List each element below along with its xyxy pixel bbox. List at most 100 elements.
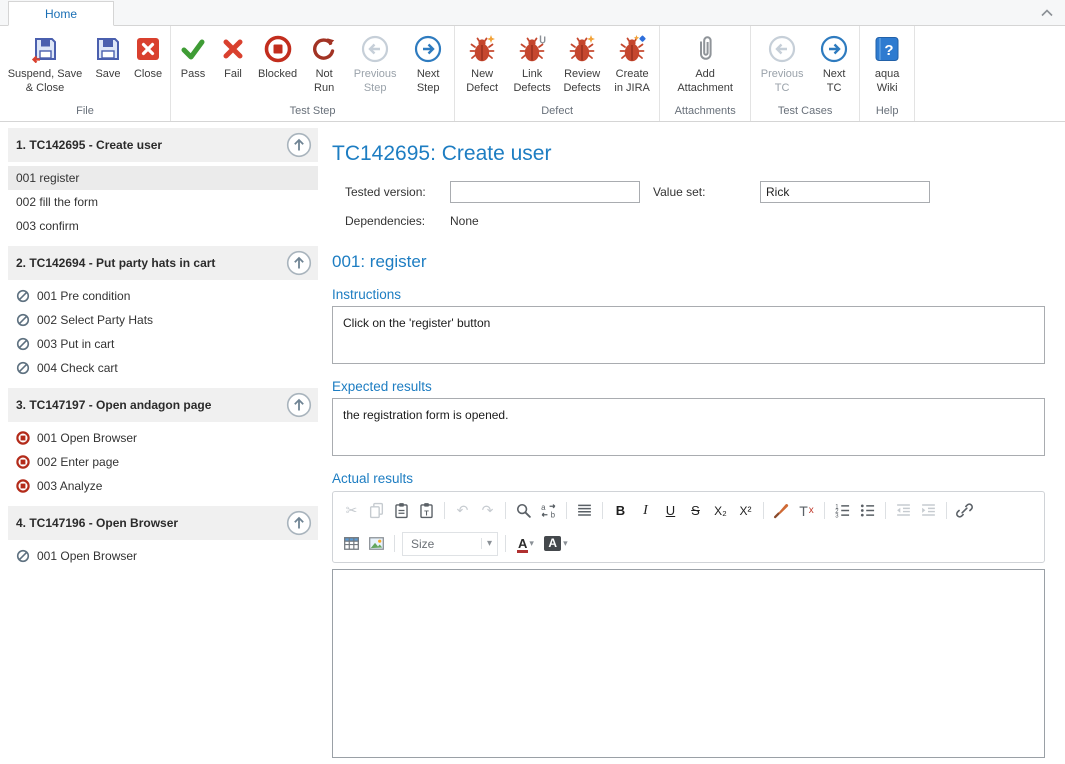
notrun-status-icon (16, 361, 30, 375)
font-size-select[interactable]: Size ▾ (402, 532, 498, 556)
button-label: Add Attachment (667, 68, 743, 96)
scroll-up-circle-icon[interactable] (286, 392, 312, 418)
insert-image-icon[interactable] (364, 532, 389, 556)
review-defects-button[interactable]: Review Defects (557, 31, 607, 98)
ribbon-group-attachments: Add Attachment Attachments (660, 26, 751, 121)
svg-text:?: ? (885, 42, 894, 59)
instructions-box[interactable]: Click on the 'register' button (332, 306, 1045, 364)
link-defects-bug-icon (517, 33, 547, 65)
next-tc-button[interactable]: Next TC (811, 31, 857, 98)
remove-format-icon[interactable]: Tx (794, 499, 819, 523)
ordered-list-icon[interactable]: 123 (830, 499, 855, 523)
actual-results-heading: Actual results (332, 471, 1045, 486)
format-painter-icon[interactable] (769, 499, 794, 523)
text-color-button[interactable]: A ▾ (511, 532, 541, 556)
tested-version-input[interactable] (450, 181, 640, 203)
collapse-ribbon-icon[interactable] (1039, 6, 1055, 20)
replace-icon[interactable]: ab (536, 499, 561, 523)
next-step-button[interactable]: Next Step (404, 31, 452, 98)
test-step-item[interactable]: 001 register (8, 166, 318, 190)
value-set-input[interactable] (760, 181, 930, 203)
chevron-down-icon: ▾ (481, 538, 492, 549)
previous-step-button[interactable]: Previous Step (346, 31, 404, 98)
test-step-label: 003 confirm (16, 219, 79, 233)
ribbon-group-test-cases: Previous TC Next TC Test Cases (751, 26, 860, 121)
actual-results-editor[interactable] (332, 569, 1045, 758)
test-step-item[interactable]: 001 Open Browser (8, 426, 318, 450)
new-defect-button[interactable]: New Defect (457, 31, 507, 98)
chevron-down-icon: ▾ (529, 538, 534, 549)
instructions-text: Click on the 'register' button (343, 316, 490, 330)
close-button[interactable]: Close (128, 31, 168, 84)
redo-icon[interactable]: ↷ (475, 499, 500, 523)
ribbon-tabstrip: Home (0, 0, 1065, 26)
strikethrough-icon[interactable]: S (683, 499, 708, 523)
underline-icon[interactable]: U (658, 499, 683, 523)
copy-icon[interactable] (364, 499, 389, 523)
test-step-item[interactable]: 003 Analyze (8, 474, 318, 498)
link-icon[interactable] (952, 499, 977, 523)
tab-home[interactable]: Home (8, 1, 114, 26)
superscript-icon[interactable]: X² (733, 499, 758, 523)
tc-section-header[interactable]: 3. TC147197 - Open andagon page (8, 388, 318, 422)
button-label: Fail (224, 68, 242, 82)
fields-row: Tested version: Value set: (332, 181, 1045, 203)
indent-icon[interactable] (916, 499, 941, 523)
outdent-icon[interactable] (891, 499, 916, 523)
tc-section-title: 4. TC147196 - Open Browser (16, 516, 178, 530)
create-in-jira-button[interactable]: Create in JIRA (607, 31, 657, 98)
test-step-item[interactable]: 002 fill the form (8, 190, 318, 214)
scroll-up-circle-icon[interactable] (286, 250, 312, 276)
previous-step-icon (361, 33, 389, 65)
blocked-button[interactable]: Blocked (253, 31, 302, 84)
scroll-up-circle-icon[interactable] (286, 510, 312, 536)
dependencies-value: None (450, 214, 479, 228)
paste-icon[interactable] (389, 499, 414, 523)
aqua-wiki-button[interactable]: ? aqua Wiki (862, 31, 912, 98)
find-icon[interactable] (511, 499, 536, 523)
test-step-item[interactable]: 002 Enter page (8, 450, 318, 474)
italic-icon[interactable]: I (633, 499, 658, 523)
group-label-test-cases: Test Cases (753, 104, 857, 121)
test-step-item[interactable]: 002 Select Party Hats (8, 308, 318, 332)
save-button[interactable]: Save (88, 31, 128, 84)
tc-section: 1. TC142695 - Create user 001 register002… (8, 128, 318, 238)
insert-table-icon[interactable] (339, 532, 364, 556)
cut-icon[interactable]: ✂ (339, 499, 364, 523)
test-step-item[interactable]: 003 Put in cart (8, 332, 318, 356)
paste-text-icon[interactable]: T (414, 499, 439, 523)
editor-toolbar-row-1: ✂ T ↶ ↷ ab (339, 494, 1038, 527)
bold-icon[interactable]: B (608, 499, 633, 523)
test-step-item[interactable]: 001 Open Browser (8, 544, 318, 568)
expected-results-heading: Expected results (332, 379, 1045, 394)
bullet-list-icon[interactable] (855, 499, 880, 523)
test-step-item[interactable]: 004 Check cart (8, 356, 318, 380)
previous-tc-button[interactable]: Previous TC (753, 31, 811, 98)
expected-results-box[interactable]: the registration form is opened. (332, 398, 1045, 456)
create-in-jira-bug-icon (617, 33, 647, 65)
chevron-down-icon: ▾ (563, 538, 568, 549)
test-step-item[interactable]: 003 confirm (8, 214, 318, 238)
align-justify-icon[interactable] (572, 499, 597, 523)
next-tc-icon (820, 33, 848, 65)
tc-section-header[interactable]: 1. TC142695 - Create user (8, 128, 318, 162)
suspend-save-close-button[interactable]: Suspend, Save & Close (2, 31, 88, 98)
link-defects-button[interactable]: Link Defects (507, 31, 557, 98)
svg-text:3: 3 (835, 514, 839, 519)
not-run-button[interactable]: Not Run (302, 31, 346, 98)
scroll-up-circle-icon[interactable] (286, 132, 312, 158)
test-step-item[interactable]: 001 Pre condition (8, 284, 318, 308)
undo-icon[interactable]: ↶ (450, 499, 475, 523)
background-color-button[interactable]: A ▾ (541, 532, 571, 556)
ribbon-group-defect: New Defect (455, 26, 660, 121)
group-label-attachments: Attachments (662, 104, 748, 121)
test-step-label: 004 Check cart (37, 361, 118, 375)
fail-button[interactable]: Fail (213, 31, 253, 84)
tc-section-header[interactable]: 4. TC147196 - Open Browser (8, 506, 318, 540)
tc-section-title: 3. TC147197 - Open andagon page (16, 398, 211, 412)
pass-button[interactable]: Pass (173, 31, 213, 84)
notrun-status-icon (16, 549, 30, 563)
tc-section-header[interactable]: 2. TC142694 - Put party hats in cart (8, 246, 318, 280)
add-attachment-button[interactable]: Add Attachment (662, 31, 748, 98)
subscript-icon[interactable]: X₂ (708, 499, 733, 523)
